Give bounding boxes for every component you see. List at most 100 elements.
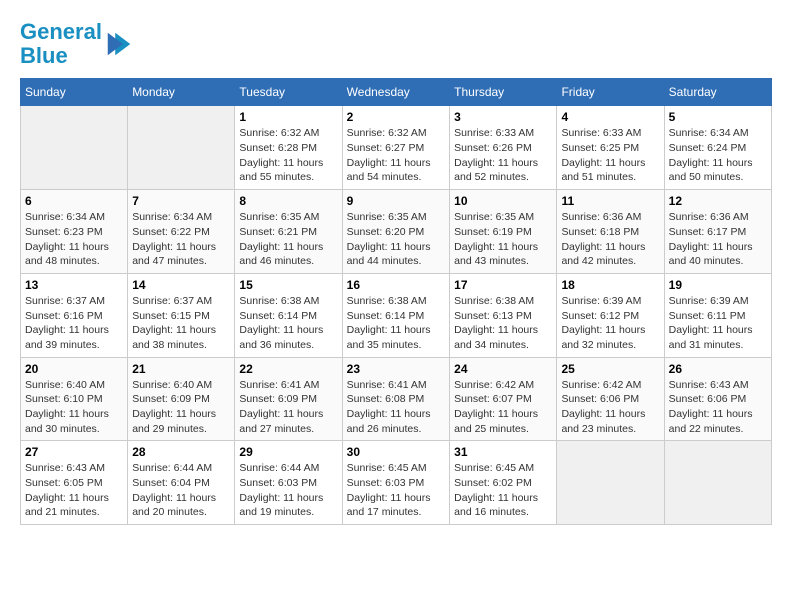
cell-sun-info: Sunrise: 6:39 AMSunset: 6:11 PMDaylight:…: [669, 294, 767, 353]
day-number: 9: [347, 194, 446, 208]
cell-sun-info: Sunrise: 6:34 AMSunset: 6:24 PMDaylight:…: [669, 126, 767, 185]
cell-sun-info: Sunrise: 6:32 AMSunset: 6:28 PMDaylight:…: [239, 126, 337, 185]
calendar-cell: 3 Sunrise: 6:33 AMSunset: 6:26 PMDaylight…: [450, 106, 557, 190]
day-number: 5: [669, 110, 767, 124]
day-number: 23: [347, 362, 446, 376]
calendar-cell: 14Sunrise: 6:37 AMSunset: 6:15 PMDayligh…: [128, 273, 235, 357]
calendar-cell: 19 Sunrise: 6:39 AMSunset: 6:11 PMDayligh…: [664, 273, 771, 357]
calendar-week-row: 1 Sunrise: 6:32 AMSunset: 6:28 PMDaylight…: [21, 106, 772, 190]
calendar-week-row: 27 Sunrise: 6:43 AMSunset: 6:05 PMDayligh…: [21, 441, 772, 525]
calendar-cell: [128, 106, 235, 190]
calendar-cell: 15 Sunrise: 6:38 AMSunset: 6:14 PMDayligh…: [235, 273, 342, 357]
day-number: 28: [132, 445, 230, 459]
calendar-cell: [664, 441, 771, 525]
calendar-cell: 13 Sunrise: 6:37 AMSunset: 6:16 PMDayligh…: [21, 273, 128, 357]
calendar-cell: [21, 106, 128, 190]
cell-sun-info: Sunrise: 6:41 AMSunset: 6:08 PMDaylight:…: [347, 378, 446, 437]
calendar-cell: 6 Sunrise: 6:34 AMSunset: 6:23 PMDaylight…: [21, 190, 128, 274]
cell-sun-info: Sunrise: 6:42 AMSunset: 6:07 PMDaylight:…: [454, 378, 552, 437]
day-number: 8: [239, 194, 337, 208]
weekday-header: Friday: [557, 79, 664, 106]
day-number: 7: [132, 194, 230, 208]
cell-sun-info: Sunrise: 6:32 AMSunset: 6:27 PMDaylight:…: [347, 126, 446, 185]
logo-text: General Blue: [20, 20, 102, 68]
day-number: 3: [454, 110, 552, 124]
cell-sun-info: Sunrise: 6:36 AMSunset: 6:17 PMDaylight:…: [669, 210, 767, 269]
calendar-cell: 16 Sunrise: 6:38 AMSunset: 6:14 PMDayligh…: [342, 273, 450, 357]
day-number: 25: [561, 362, 659, 376]
cell-sun-info: Sunrise: 6:33 AMSunset: 6:26 PMDaylight:…: [454, 126, 552, 185]
cell-sun-info: Sunrise: 6:44 AMSunset: 6:03 PMDaylight:…: [239, 461, 337, 520]
day-number: 30: [347, 445, 446, 459]
calendar-cell: 20 Sunrise: 6:40 AMSunset: 6:10 PMDayligh…: [21, 357, 128, 441]
weekday-header: Wednesday: [342, 79, 450, 106]
cell-sun-info: Sunrise: 6:45 AMSunset: 6:03 PMDaylight:…: [347, 461, 446, 520]
day-number: 16: [347, 278, 446, 292]
cell-sun-info: Sunrise: 6:37 AMSunset: 6:16 PMDaylight:…: [25, 294, 123, 353]
day-number: 11: [561, 194, 659, 208]
calendar-cell: 12 Sunrise: 6:36 AMSunset: 6:17 PMDayligh…: [664, 190, 771, 274]
cell-sun-info: Sunrise: 6:36 AMSunset: 6:18 PMDaylight:…: [561, 210, 659, 269]
cell-sun-info: Sunrise: 6:35 AMSunset: 6:20 PMDaylight:…: [347, 210, 446, 269]
cell-sun-info: Sunrise: 6:35 AMSunset: 6:21 PMDaylight:…: [239, 210, 337, 269]
cell-sun-info: Sunrise: 6:42 AMSunset: 6:06 PMDaylight:…: [561, 378, 659, 437]
calendar-cell: 17Sunrise: 6:38 AMSunset: 6:13 PMDayligh…: [450, 273, 557, 357]
cell-sun-info: Sunrise: 6:34 AMSunset: 6:22 PMDaylight:…: [132, 210, 230, 269]
day-number: 10: [454, 194, 552, 208]
calendar-cell: 2 Sunrise: 6:32 AMSunset: 6:27 PMDaylight…: [342, 106, 450, 190]
calendar-cell: 24 Sunrise: 6:42 AMSunset: 6:07 PMDayligh…: [450, 357, 557, 441]
day-number: 6: [25, 194, 123, 208]
calendar-cell: 22Sunrise: 6:41 AMSunset: 6:09 PMDayligh…: [235, 357, 342, 441]
calendar-cell: 25 Sunrise: 6:42 AMSunset: 6:06 PMDayligh…: [557, 357, 664, 441]
calendar-cell: 9 Sunrise: 6:35 AMSunset: 6:20 PMDaylight…: [342, 190, 450, 274]
calendar-cell: 31Sunrise: 6:45 AMSunset: 6:02 PMDayligh…: [450, 441, 557, 525]
calendar-week-row: 13 Sunrise: 6:37 AMSunset: 6:16 PMDayligh…: [21, 273, 772, 357]
day-number: 17: [454, 278, 552, 292]
cell-sun-info: Sunrise: 6:35 AMSunset: 6:19 PMDaylight:…: [454, 210, 552, 269]
day-number: 2: [347, 110, 446, 124]
cell-sun-info: Sunrise: 6:43 AMSunset: 6:05 PMDaylight:…: [25, 461, 123, 520]
logo: General Blue: [20, 20, 134, 68]
calendar-cell: 7 Sunrise: 6:34 AMSunset: 6:22 PMDaylight…: [128, 190, 235, 274]
calendar-cell: 26 Sunrise: 6:43 AMSunset: 6:06 PMDayligh…: [664, 357, 771, 441]
day-number: 22: [239, 362, 337, 376]
day-number: 29: [239, 445, 337, 459]
day-number: 31: [454, 445, 552, 459]
cell-sun-info: Sunrise: 6:34 AMSunset: 6:23 PMDaylight:…: [25, 210, 123, 269]
day-number: 15: [239, 278, 337, 292]
calendar-cell: 30 Sunrise: 6:45 AMSunset: 6:03 PMDayligh…: [342, 441, 450, 525]
calendar-cell: 8 Sunrise: 6:35 AMSunset: 6:21 PMDaylight…: [235, 190, 342, 274]
cell-sun-info: Sunrise: 6:43 AMSunset: 6:06 PMDaylight:…: [669, 378, 767, 437]
day-number: 1: [239, 110, 337, 124]
day-number: 27: [25, 445, 123, 459]
day-number: 19: [669, 278, 767, 292]
logo-icon: [104, 29, 134, 59]
weekday-header: Sunday: [21, 79, 128, 106]
day-number: 4: [561, 110, 659, 124]
calendar-cell: 11 Sunrise: 6:36 AMSunset: 6:18 PMDayligh…: [557, 190, 664, 274]
calendar-week-row: 6 Sunrise: 6:34 AMSunset: 6:23 PMDaylight…: [21, 190, 772, 274]
day-number: 13: [25, 278, 123, 292]
day-number: 20: [25, 362, 123, 376]
cell-sun-info: Sunrise: 6:40 AMSunset: 6:10 PMDaylight:…: [25, 378, 123, 437]
calendar-cell: 5 Sunrise: 6:34 AMSunset: 6:24 PMDaylight…: [664, 106, 771, 190]
calendar-cell: 29 Sunrise: 6:44 AMSunset: 6:03 PMDayligh…: [235, 441, 342, 525]
day-number: 18: [561, 278, 659, 292]
cell-sun-info: Sunrise: 6:38 AMSunset: 6:14 PMDaylight:…: [347, 294, 446, 353]
weekday-header: Thursday: [450, 79, 557, 106]
cell-sun-info: Sunrise: 6:44 AMSunset: 6:04 PMDaylight:…: [132, 461, 230, 520]
calendar-cell: 21Sunrise: 6:40 AMSunset: 6:09 PMDayligh…: [128, 357, 235, 441]
calendar-cell: [557, 441, 664, 525]
calendar-cell: 10 Sunrise: 6:35 AMSunset: 6:19 PMDayligh…: [450, 190, 557, 274]
calendar-cell: 18Sunrise: 6:39 AMSunset: 6:12 PMDayligh…: [557, 273, 664, 357]
calendar-week-row: 20 Sunrise: 6:40 AMSunset: 6:10 PMDayligh…: [21, 357, 772, 441]
weekday-header: Tuesday: [235, 79, 342, 106]
calendar-cell: 23 Sunrise: 6:41 AMSunset: 6:08 PMDayligh…: [342, 357, 450, 441]
cell-sun-info: Sunrise: 6:33 AMSunset: 6:25 PMDaylight:…: [561, 126, 659, 185]
day-number: 26: [669, 362, 767, 376]
calendar-cell: 1 Sunrise: 6:32 AMSunset: 6:28 PMDaylight…: [235, 106, 342, 190]
calendar-cell: 4 Sunrise: 6:33 AMSunset: 6:25 PMDaylight…: [557, 106, 664, 190]
day-number: 12: [669, 194, 767, 208]
cell-sun-info: Sunrise: 6:38 AMSunset: 6:14 PMDaylight:…: [239, 294, 337, 353]
day-number: 24: [454, 362, 552, 376]
